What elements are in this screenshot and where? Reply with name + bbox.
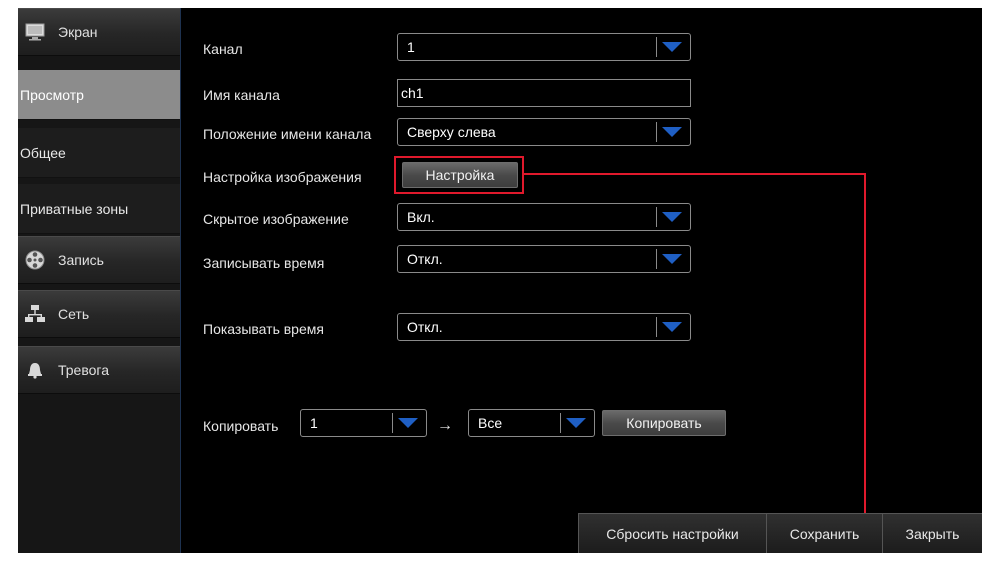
sidebar-item-alarm[interactable]: Тревога	[18, 346, 180, 394]
triangle-down-icon[interactable]	[656, 207, 687, 227]
channel-value: 1	[407, 39, 415, 55]
channel-select[interactable]: 1	[397, 33, 691, 61]
copy-to-value: Все	[478, 415, 503, 431]
hidden-image-select[interactable]: Вкл.	[397, 203, 691, 231]
callout-line-horizontal	[524, 173, 866, 175]
record-time-select[interactable]: Откл.	[397, 245, 691, 273]
name-position-value: Сверху слева	[407, 124, 496, 140]
copy-from-value: 1	[310, 415, 318, 431]
sidebar-item-network[interactable]: Сеть	[18, 290, 180, 338]
triangle-down-icon[interactable]	[656, 317, 687, 337]
record-time-label: Записывать время	[203, 255, 325, 271]
save-button[interactable]: Сохранить	[766, 513, 882, 553]
channel-name-label: Имя канала	[203, 87, 280, 103]
copy-arrow: →	[437, 417, 453, 434]
close-button[interactable]: Закрыть	[882, 513, 982, 553]
hidden-image-value: Вкл.	[407, 209, 435, 225]
triangle-down-icon[interactable]	[560, 413, 591, 433]
network-icon	[24, 303, 46, 325]
sidebar-item-label: Запись	[58, 252, 104, 268]
copy-label: Копировать	[203, 418, 279, 434]
film-reel-icon	[24, 249, 46, 271]
channel-name-input[interactable]: ch1	[397, 79, 691, 107]
triangle-down-icon[interactable]	[656, 37, 687, 57]
settings-window: Экран Просмотр Общее Приватные зоны Запи…	[18, 8, 982, 553]
sidebar-item-label: Тревога	[58, 362, 109, 378]
channel-label: Канал	[203, 41, 243, 57]
copy-button[interactable]: Копировать	[602, 410, 726, 436]
show-time-label: Показывать время	[203, 321, 324, 337]
sidebar-item-privacy-zones[interactable]: Приватные зоны	[18, 184, 180, 234]
image-settings-label: Настройка изображения	[203, 169, 362, 185]
sidebar-item-label: Сеть	[58, 306, 90, 322]
sidebar-item-record[interactable]: Запись	[18, 236, 180, 284]
copy-to-select[interactable]: Все	[468, 409, 595, 437]
show-time-value: Откл.	[407, 319, 443, 335]
sidebar-item-label: Экран	[58, 24, 98, 40]
name-position-select[interactable]: Сверху слева	[397, 118, 691, 146]
reset-settings-button[interactable]: Сбросить настройки	[578, 513, 766, 553]
name-position-label: Положение имени канала	[203, 126, 372, 142]
bell-icon	[24, 359, 46, 381]
triangle-down-icon[interactable]	[392, 413, 423, 433]
triangle-down-icon[interactable]	[656, 249, 687, 269]
hidden-image-label: Скрытое изображение	[203, 211, 349, 227]
sidebar-item-screen[interactable]: Экран	[18, 8, 180, 56]
copy-from-select[interactable]: 1	[300, 409, 427, 437]
record-time-value: Откл.	[407, 251, 443, 267]
sidebar: Экран Просмотр Общее Приватные зоны Запи…	[18, 8, 181, 553]
triangle-down-icon[interactable]	[656, 122, 687, 142]
image-settings-button[interactable]: Настройка	[402, 162, 518, 188]
show-time-select[interactable]: Откл.	[397, 313, 691, 341]
monitor-icon	[24, 21, 46, 43]
callout-line-vertical	[864, 173, 866, 553]
sidebar-item-general[interactable]: Общее	[18, 128, 180, 178]
sidebar-item-preview[interactable]: Просмотр	[18, 70, 180, 120]
